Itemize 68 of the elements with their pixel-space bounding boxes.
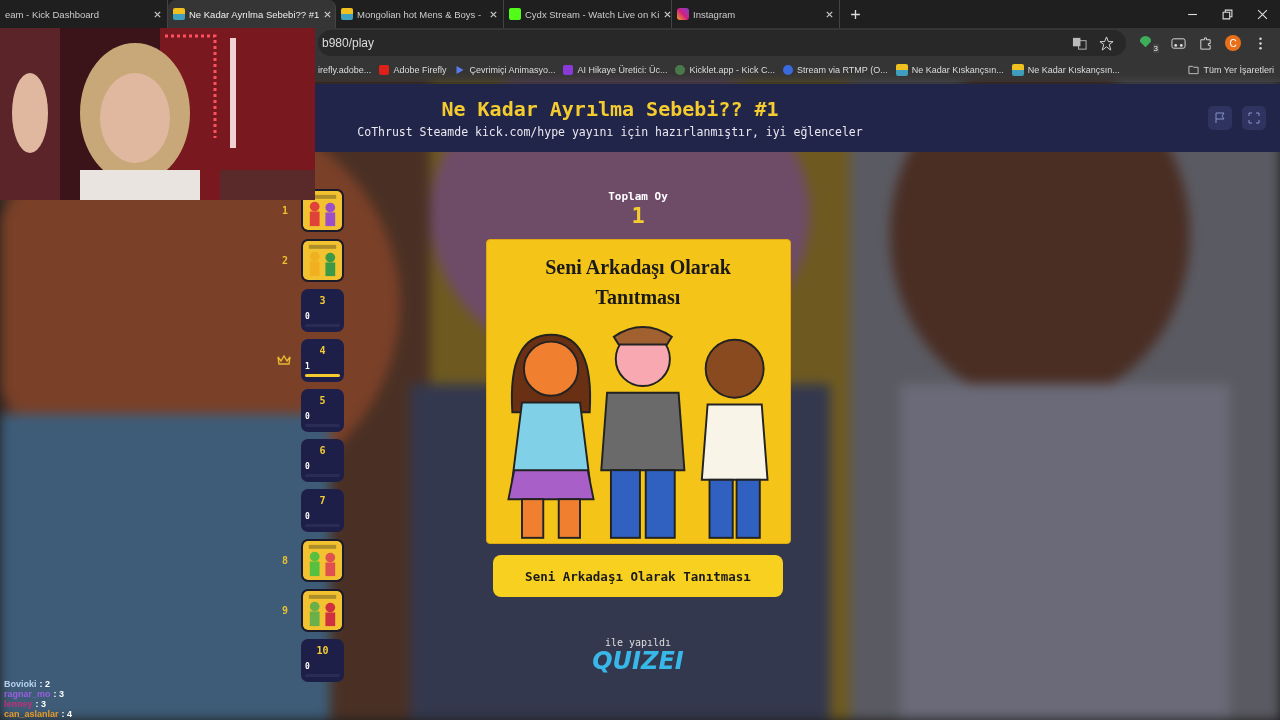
fullscreen-icon (1248, 112, 1260, 124)
option-number: 5 (318, 394, 327, 406)
option-card[interactable]: 7 0 (301, 488, 344, 532)
play-icon (454, 65, 466, 75)
extension-icon[interactable] (1171, 35, 1186, 51)
chat-score: : 3 (53, 689, 65, 699)
quiz-subtitle: CoThrust Steamde kick.com/hype yayını için hazırlanmıştır, iyi eğlenceler (357, 125, 863, 139)
option-card[interactable]: 3 0 (301, 288, 344, 332)
address-bar[interactable]: b980/play (318, 30, 1126, 56)
folder-icon (1188, 65, 1200, 75)
option-card[interactable]: 10 0 (301, 638, 344, 682)
option-number: 6 (318, 444, 327, 456)
new-tab-icon[interactable] (850, 8, 861, 20)
option-number: 9 (282, 604, 289, 616)
quizei-logo[interactable]: QUIZEI (592, 648, 684, 674)
close-icon[interactable] (489, 9, 498, 19)
bookmark-item[interactable]: Adobe Firefly (379, 65, 447, 75)
bookmark-item[interactable]: Çevrimiçi Animasyo... (454, 65, 556, 75)
total-votes-value: 1 (631, 203, 645, 229)
bookmark-item[interactable]: Kicklet.app - Kick C... (675, 65, 775, 75)
translate-icon[interactable] (1072, 35, 1087, 51)
vote-count: 1 (305, 361, 310, 371)
answer-button[interactable]: Seni Arkadaşı Olarak Tanıtması (493, 555, 783, 597)
puzzle-icon[interactable] (1198, 35, 1213, 51)
restore-icon[interactable] (1222, 8, 1233, 20)
vote-count: 0 (305, 411, 310, 421)
extension-button[interactable]: 3 (1138, 33, 1159, 53)
card-title: Seni Arkadaşı Olarak Tanıtması (544, 255, 732, 310)
close-icon[interactable] (153, 9, 162, 19)
option-number: 7 (318, 494, 327, 506)
option-number: 3 (318, 294, 327, 306)
browser-tab[interactable]: Ne Kadar Ayrılma Sebebi?? #1 (168, 0, 336, 28)
flag-icon (1214, 112, 1226, 124)
close-icon[interactable] (323, 9, 333, 19)
chat-score: : 4 (61, 709, 73, 719)
vote-count: 0 (305, 511, 310, 521)
chat-username: ragnar_mo (4, 689, 51, 699)
option-number: 4 (318, 344, 327, 356)
vote-count: 0 (305, 311, 310, 321)
chat-score: : 3 (35, 699, 47, 709)
option-number: 10 (315, 644, 330, 656)
vote-count: 0 (305, 661, 310, 671)
option-number: 1 (282, 204, 289, 216)
close-icon[interactable] (825, 9, 834, 19)
option-card[interactable]: 6 0 (301, 438, 344, 482)
option-card[interactable]: 5 0 (301, 388, 344, 432)
option-number: 8 (282, 554, 289, 566)
option-number: 2 (282, 254, 289, 266)
quiz-title: Ne Kadar Ayrılma Sebebi?? #1 (441, 97, 779, 121)
chat-score: : 2 (39, 679, 51, 689)
bookmark-item[interactable]: Ne Kadar Kıskançsın... (895, 64, 1004, 76)
close-icon[interactable] (1257, 8, 1268, 20)
bookmark-item[interactable]: Stream via RTMP (O... (783, 65, 888, 75)
chat-username: lenney (4, 699, 33, 709)
made-with-label: ile yapıldı (604, 637, 672, 648)
bookmark-item[interactable]: irefly.adobe... (318, 65, 372, 75)
option-card[interactable]: 4 1 (301, 338, 344, 382)
bookmark-item[interactable]: Ne Kadar Kıskançsın... (1011, 64, 1120, 76)
vote-count: 0 (305, 461, 310, 471)
total-votes-label: Toplam Oy (608, 190, 668, 203)
close-icon[interactable] (663, 9, 673, 19)
bookmark-item[interactable]: AI Hikaye Üretici: Üc... (563, 65, 668, 75)
all-bookmarks-button[interactable]: Tüm Yer İşaretleri (1188, 65, 1274, 75)
chat-username: Bovioki (4, 679, 37, 689)
report-button[interactable] (1208, 106, 1232, 130)
fullscreen-button[interactable] (1242, 106, 1266, 130)
star-icon[interactable] (1099, 35, 1114, 51)
chat-username: can_aslanlar (4, 709, 59, 719)
